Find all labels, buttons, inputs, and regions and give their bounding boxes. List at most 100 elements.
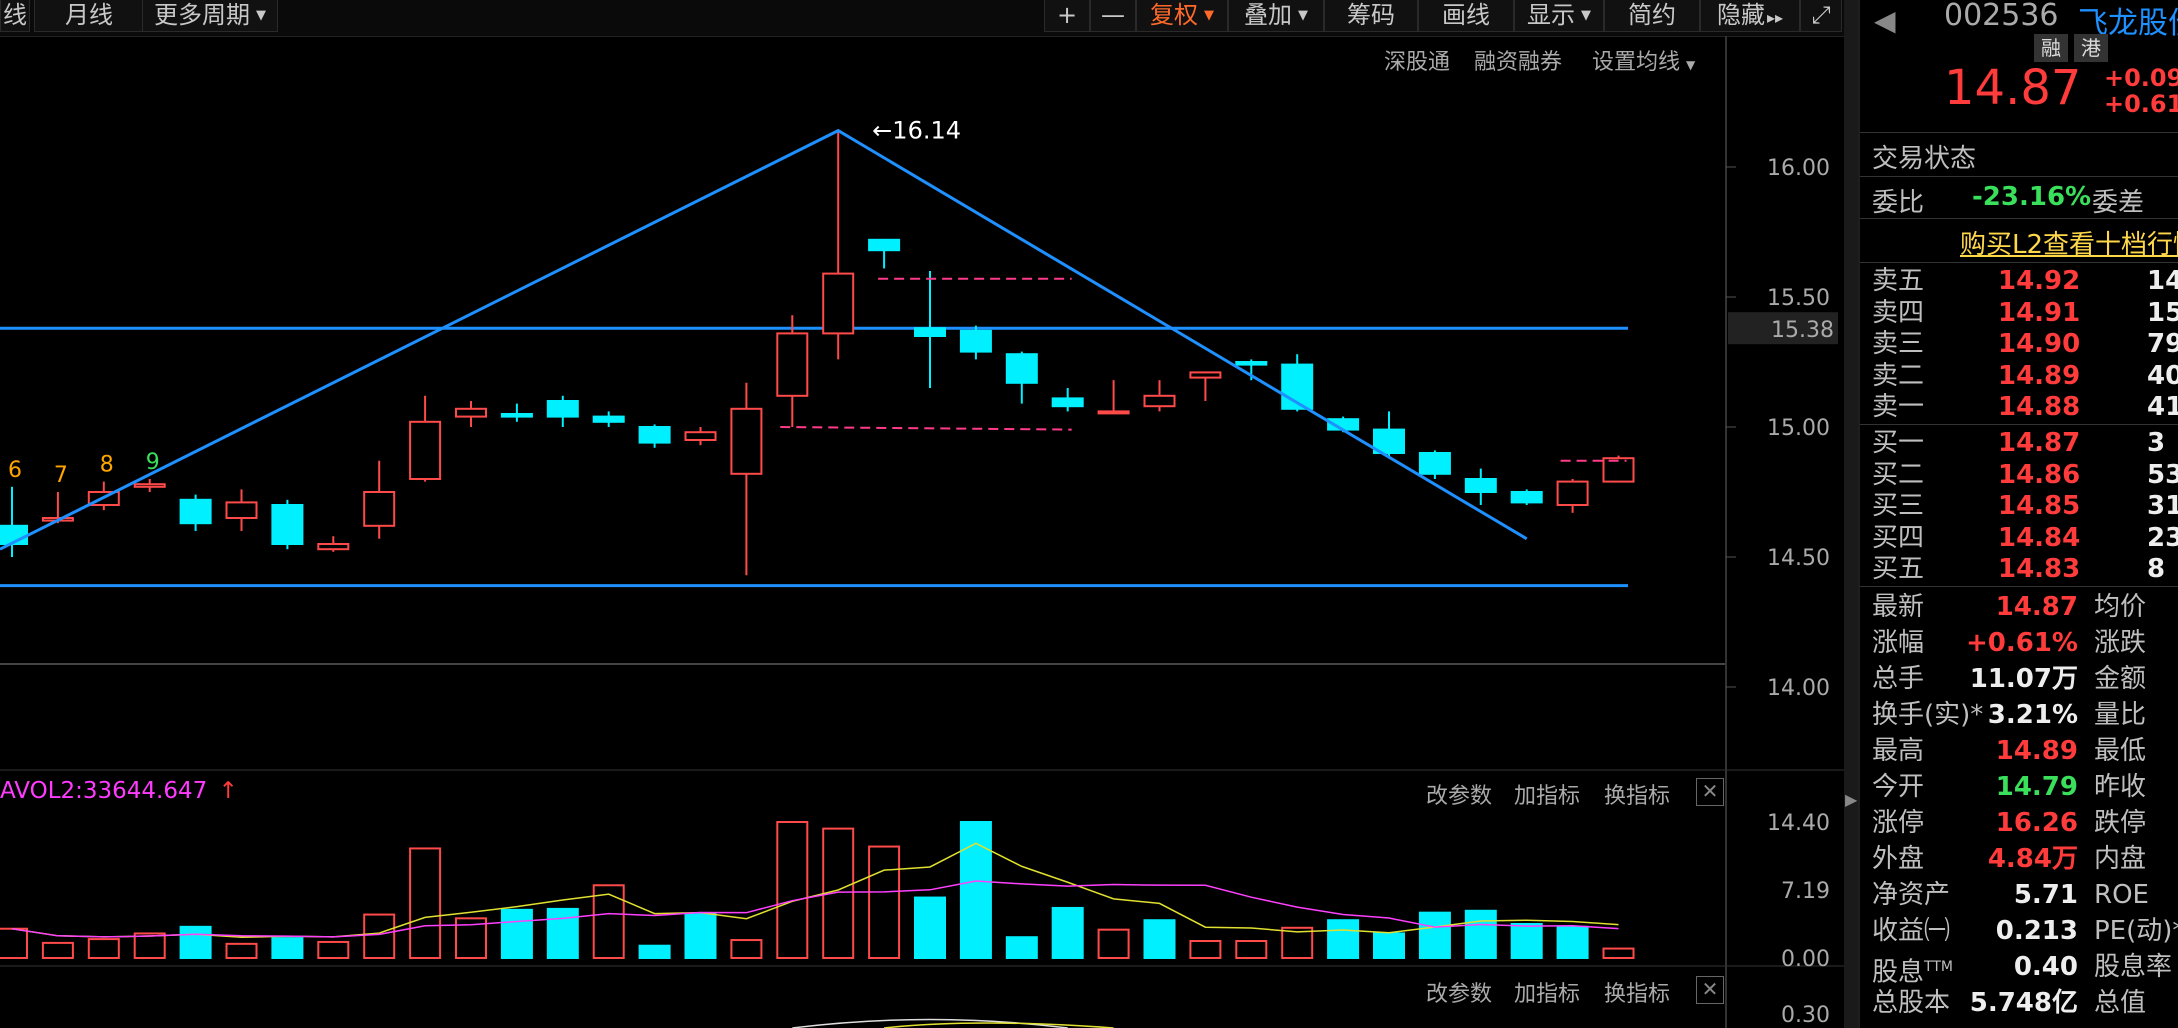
tab-weekly[interactable]: 线 xyxy=(0,0,30,32)
volume-axis-label: 14.40 xyxy=(1767,811,1830,836)
edit-params-button[interactable]: 改参数 xyxy=(1426,778,1492,810)
quote-stat-row: 最高 14.89 最低 xyxy=(1872,734,2178,768)
td-count-label: 8 xyxy=(100,453,114,478)
level-volume: 14 xyxy=(2147,266,2178,296)
chart-toolbar: 线 月线 更多周期 ▼ + — 复权 ▼ 叠加 ▼ 筹码 画线 显示 ▼ 简约 隐藏 ▸▸… xyxy=(0,0,1844,37)
tab-more-periods-label: 更多周期 xyxy=(154,1,250,29)
stat-label-secondary: 总值 xyxy=(2094,988,2147,1018)
edit-params-button-2[interactable]: 改参数 xyxy=(1426,976,1492,1008)
panel-splitter[interactable]: ▶ xyxy=(1844,0,1858,1028)
adjust-rights-dropdown[interactable]: 复权 ▼ xyxy=(1136,0,1228,32)
add-indicator-button[interactable]: 加指标 xyxy=(1514,778,1580,810)
margin-tag: 融 xyxy=(2034,34,2068,62)
chevron-down-icon: ▼ xyxy=(1581,8,1591,23)
level-price: 14.85 xyxy=(1998,491,2081,521)
chevron-down-icon: ▼ xyxy=(1298,8,1308,23)
candle-body xyxy=(133,483,166,488)
switch-indicator-button[interactable]: 换指标 xyxy=(1604,778,1670,810)
stat-label: 总手 xyxy=(1872,664,1925,694)
tab-more-periods[interactable]: 更多周期 ▼ xyxy=(142,0,278,32)
level-label: 卖二 xyxy=(1872,360,1925,391)
order-book-row[interactable]: 买四 14.84 23 xyxy=(1872,521,2178,555)
kline-chart[interactable]: 16.00 15.50 15.00 14.50 14.00 15.38 ←16.14 6 7 8 9… xyxy=(0,36,1844,1028)
volume-bar xyxy=(1143,919,1176,960)
volume-ma-short xyxy=(11,842,1619,938)
volume-bar xyxy=(1327,919,1360,960)
collapse-arrow-icon[interactable]: ◀ xyxy=(1874,4,1896,37)
order-book-row[interactable]: 买一 14.87 3 xyxy=(1872,426,2178,460)
switch-indicator-button-2[interactable]: 换指标 xyxy=(1604,976,1670,1008)
stat-value: 5.748亿 xyxy=(1969,988,2078,1018)
volume-axis-label: 7.19 xyxy=(1781,879,1830,904)
volume-bar xyxy=(41,941,74,960)
level-price: 14.88 xyxy=(1998,392,2081,422)
volume-bar xyxy=(1373,932,1405,960)
level-volume: 3 xyxy=(2147,428,2166,458)
hide-button[interactable]: 隐藏 ▸▸ xyxy=(1700,0,1800,32)
stat-label: 股息TTM xyxy=(1872,957,1953,988)
candle-body xyxy=(1097,410,1130,415)
close-icon[interactable]: ✕ xyxy=(1696,976,1724,1004)
volume-bar xyxy=(87,938,120,959)
candle-body xyxy=(638,426,671,444)
td-count-label: 6 xyxy=(8,458,22,483)
volume-bar xyxy=(1418,911,1451,960)
level-price: 14.91 xyxy=(1998,297,2081,328)
level-label: 买四 xyxy=(1872,522,1925,553)
order-book-row[interactable]: 卖一 14.88 41 xyxy=(1872,390,2178,424)
quote-stat-row: 股息TTM 0.40 股息率 xyxy=(1872,950,2178,988)
tab-monthly[interactable]: 月线 xyxy=(34,0,144,32)
candle-body xyxy=(959,329,992,353)
stat-value: 5.71 xyxy=(2013,880,2078,910)
display-dropdown[interactable]: 显示 ▼ xyxy=(1514,0,1604,32)
td-count-label: 7 xyxy=(54,463,68,488)
l2-upgrade-link[interactable]: 购买L2查看十档行情 xyxy=(1960,224,2178,261)
price-axis-label: 15.50 xyxy=(1767,286,1830,311)
overlay-dropdown[interactable]: 叠加 ▼ xyxy=(1228,0,1324,32)
volume-bar xyxy=(868,845,901,959)
add-indicator-button-2[interactable]: 加指标 xyxy=(1514,976,1580,1008)
price-change: +0.09 xyxy=(2104,64,2178,92)
quote-stat-row: 换手(实)* 3.21% 量比 xyxy=(1872,698,2178,732)
level-price: 14.89 xyxy=(1998,360,2081,391)
order-book-row[interactable]: 卖二 14.89 40 xyxy=(1872,359,2178,393)
stat-value: 16.26 xyxy=(1995,808,2078,838)
volume-bar xyxy=(1097,928,1130,960)
volume-bar xyxy=(0,927,28,960)
chips-button[interactable]: 筹码 xyxy=(1324,0,1418,32)
order-book-row[interactable]: 卖四 14.91 15 xyxy=(1872,296,2178,330)
double-arrow-icon: ▸▸ xyxy=(1766,8,1784,27)
order-book-row[interactable]: 买三 14.85 31 xyxy=(1872,489,2178,523)
volume-indicator-label: AVOL2:33644.647 ↑ xyxy=(0,778,238,804)
stat-label-secondary: 均价 xyxy=(2094,592,2147,622)
quote-stat-row: 最新 14.87 均价 xyxy=(1872,590,2178,624)
stat-label-secondary: PE(动)* xyxy=(2094,916,2178,946)
hide-label: 隐藏 xyxy=(1716,1,1765,29)
quote-stat-row: 外盘 4.84万 内盘 xyxy=(1872,842,2178,876)
zoom-in-button[interactable]: + xyxy=(1044,0,1090,32)
fullscreen-button[interactable]: ⤢ xyxy=(1800,0,1842,32)
order-book-row[interactable]: 买五 14.83 8 xyxy=(1872,552,2178,586)
candle-body xyxy=(363,491,396,527)
level-label: 卖一 xyxy=(1872,392,1925,422)
volume-bar xyxy=(225,942,258,959)
candle-body xyxy=(1005,353,1038,384)
candle-body xyxy=(1051,397,1084,408)
stat-label: 净资产 xyxy=(1872,880,1951,910)
simple-mode-button[interactable]: 简约 xyxy=(1604,0,1700,32)
level-label: 买二 xyxy=(1872,459,1925,490)
order-book-row[interactable]: 卖五 14.92 14 xyxy=(1872,264,2178,298)
quote-stat-row: 涨幅 +0.61% 涨跌 xyxy=(1872,626,2178,660)
zoom-out-button[interactable]: — xyxy=(1090,0,1136,32)
stat-label: 涨幅 xyxy=(1872,628,1925,658)
quote-stat-row: 涨停 16.26 跌停 xyxy=(1872,806,2178,840)
candle-body xyxy=(546,400,579,418)
stat-label: 涨停 xyxy=(1872,808,1925,838)
volume-bar xyxy=(500,908,533,959)
candle-body xyxy=(914,327,946,338)
draw-line-button[interactable]: 画线 xyxy=(1418,0,1514,32)
order-book-row[interactable]: 买二 14.86 53 xyxy=(1872,458,2178,492)
close-icon[interactable]: ✕ xyxy=(1696,778,1724,806)
order-book-row[interactable]: 卖三 14.90 79 xyxy=(1872,327,2178,361)
indicator-curve xyxy=(884,1022,1114,1028)
